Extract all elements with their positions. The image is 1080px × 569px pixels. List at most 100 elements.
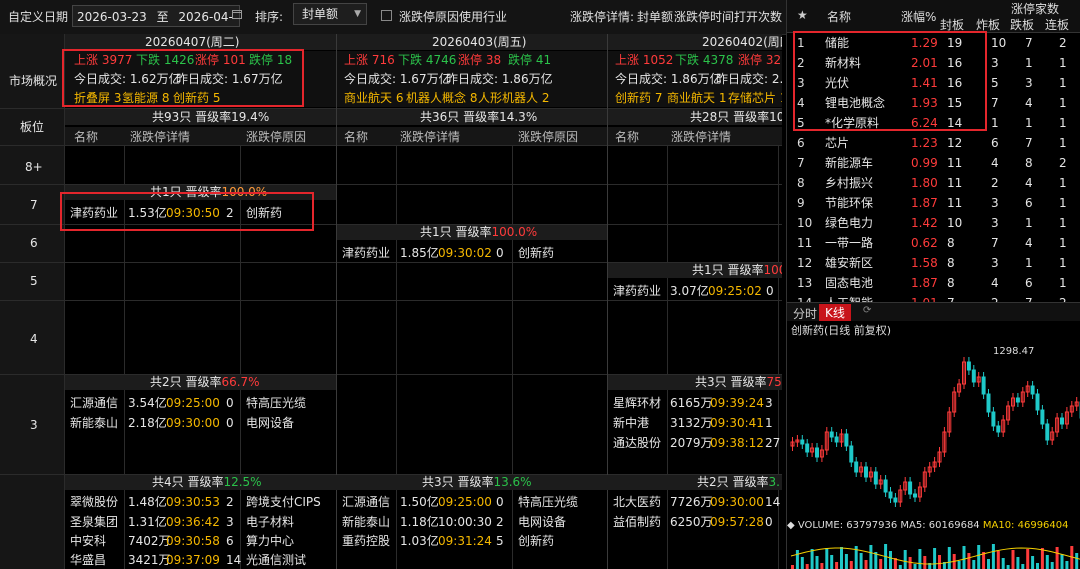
refresh-icon[interactable]: ⟳ bbox=[863, 305, 871, 316]
hot-sector[interactable]: 创新药 7 bbox=[615, 91, 662, 105]
header-down[interactable]: 跌板 bbox=[1010, 16, 1034, 33]
up-count: 上涨 1052 bbox=[615, 53, 674, 67]
board-summary-text: 共4只 晋级率12.5% bbox=[152, 475, 262, 489]
cont-count: 1 bbox=[1059, 96, 1067, 110]
candle-body bbox=[864, 466, 868, 478]
hot-sector[interactable]: 机器人概念 8 bbox=[406, 91, 477, 105]
sector-row[interactable]: 10 绿色电力 1.42 10 3 1 1 bbox=[787, 213, 1080, 234]
candle-body bbox=[849, 445, 854, 463]
volume-bar bbox=[962, 546, 966, 569]
stock-name[interactable]: 新中港 bbox=[613, 416, 649, 430]
limit-time: 09:31:24 bbox=[438, 534, 492, 548]
limit-time: 09:39:24 bbox=[710, 396, 764, 410]
seal-count: 11 bbox=[947, 156, 963, 170]
volume-bar bbox=[987, 559, 990, 569]
cont-count: 1 bbox=[1059, 176, 1067, 190]
down-count: 6 bbox=[1025, 196, 1033, 210]
limit-time: 09:36:42 bbox=[166, 515, 220, 529]
header-limit-count: 涨停家数 bbox=[1011, 2, 1060, 16]
stock-name[interactable]: 中安科 bbox=[70, 534, 106, 548]
volume-bar bbox=[967, 553, 971, 569]
open-count: 0 bbox=[766, 284, 774, 298]
open-count: 5 bbox=[496, 534, 504, 548]
volume-bar bbox=[815, 556, 819, 569]
limit-reason: 创新药 bbox=[518, 534, 555, 548]
column-date[interactable]: 20260402(周四) bbox=[702, 35, 782, 49]
stock-name[interactable]: 通达股份 bbox=[613, 436, 661, 450]
down-count: 1 bbox=[1025, 116, 1033, 130]
sector-row[interactable]: 9 节能环保 1.87 11 3 6 1 bbox=[787, 193, 1080, 214]
stock-name[interactable]: 重药控股 bbox=[342, 534, 390, 548]
volume-bar bbox=[864, 560, 868, 569]
fried-count: 4 bbox=[991, 156, 999, 170]
sector-change: 1.42 bbox=[911, 216, 938, 230]
stock-name[interactable]: 津药药业 bbox=[342, 246, 390, 260]
limit-reason: 算力中心 bbox=[246, 534, 295, 548]
column-date[interactable]: 20260403(周五) bbox=[432, 35, 526, 49]
sector-row[interactable]: 11 一带一路 0.62 8 7 4 1 bbox=[787, 233, 1080, 254]
detail-option-amount[interactable]: 封单额 bbox=[637, 8, 673, 25]
volume-bar bbox=[835, 562, 839, 569]
volume-bar bbox=[1055, 547, 1059, 569]
hot-sector[interactable]: 存储芯片 1 bbox=[728, 91, 782, 105]
tab-kline[interactable]: K线 bbox=[819, 304, 851, 321]
stock-name[interactable]: 北大医药 bbox=[613, 495, 661, 509]
sector-row[interactable]: 7 新能源车 0.99 11 4 8 2 bbox=[787, 153, 1080, 174]
stock-name[interactable]: 新能泰山 bbox=[342, 515, 390, 529]
stock-name[interactable]: 汇源通信 bbox=[342, 495, 390, 509]
hot-sector[interactable]: 商业航天 6 bbox=[344, 91, 403, 105]
today-volume: 今日成交: 1.86万亿 bbox=[615, 72, 722, 86]
sector-row[interactable]: 13 固态电池 1.87 8 4 6 1 bbox=[787, 273, 1080, 294]
limit-board-grid: 20260407(周二) 20260403(周五) 20260402(周四) 市… bbox=[0, 34, 782, 569]
start-date[interactable]: 2026-03-23 bbox=[77, 10, 147, 24]
hot-sector[interactable]: 商业航天 1 bbox=[667, 91, 726, 105]
volume-bar bbox=[947, 547, 951, 569]
volume-bar bbox=[923, 556, 927, 569]
sector-change: 1.58 bbox=[911, 256, 938, 270]
kline-chart[interactable] bbox=[787, 320, 1080, 520]
stock-name[interactable]: 汇源通信 bbox=[70, 396, 118, 410]
candle-body bbox=[1015, 397, 1020, 403]
sort-select[interactable]: 封单额 ▼ bbox=[293, 3, 367, 25]
detail-option-time[interactable]: 涨跌停时间 bbox=[674, 8, 734, 25]
sector-rank: 9 bbox=[797, 196, 805, 210]
stock-name[interactable]: 新能泰山 bbox=[70, 416, 118, 430]
sector-row[interactable]: 6 芯片 1.23 12 6 7 1 bbox=[787, 133, 1080, 154]
stock-name[interactable]: 益佰制药 bbox=[613, 515, 661, 529]
open-count: 2 bbox=[496, 515, 504, 529]
volume-bar bbox=[859, 553, 863, 569]
volume-legend-icon: ◆ bbox=[787, 520, 798, 531]
detail-option-opens[interactable]: 打开次数 bbox=[734, 8, 782, 25]
volume-value: VOLUME: 63797936 bbox=[797, 520, 898, 531]
star-icon[interactable]: ★ bbox=[797, 8, 808, 22]
row-label-column bbox=[0, 34, 64, 569]
volume-bar bbox=[991, 544, 995, 569]
reason-industry-checkbox[interactable] bbox=[381, 10, 392, 21]
stock-name[interactable]: 圣泉集团 bbox=[70, 515, 118, 529]
stock-name[interactable]: 星辉环材 bbox=[613, 396, 661, 410]
header-sector-name[interactable]: 名称 bbox=[827, 8, 851, 25]
sort-label: 排序: bbox=[255, 10, 284, 24]
sector-row[interactable]: 12 雄安新区 1.58 8 3 1 1 bbox=[787, 253, 1080, 274]
volume-bar bbox=[1001, 558, 1005, 569]
stock-name[interactable]: 津药药业 bbox=[613, 284, 661, 298]
header-detail: 涨跌停详情 bbox=[671, 130, 732, 144]
volume-bar bbox=[1065, 561, 1069, 569]
stock-name[interactable]: 翠微股份 bbox=[70, 495, 118, 509]
column-date[interactable]: 20260407(周二) bbox=[145, 35, 239, 49]
stock-name[interactable]: 华盛昌 bbox=[70, 553, 106, 567]
down-count: 下跌 4746 bbox=[398, 53, 457, 67]
date-range-input[interactable]: 2026-03-23 至 2026-04-07 bbox=[72, 5, 240, 46]
calendar-icon[interactable] bbox=[232, 10, 242, 19]
seal-amount: 2079万 bbox=[670, 436, 713, 450]
down-count: 1 bbox=[1025, 56, 1033, 70]
candle-body bbox=[883, 479, 888, 493]
sector-row[interactable]: 8 乡村振兴 1.80 11 2 4 1 bbox=[787, 173, 1080, 194]
header-change[interactable]: 涨幅% bbox=[901, 8, 936, 25]
reason-industry-label[interactable]: 涨跌停原因使用行业 bbox=[399, 8, 507, 25]
column-summary: 共28只 晋级率10.7 bbox=[690, 110, 782, 124]
hot-sector[interactable]: 人形机器人 2 bbox=[478, 91, 549, 105]
fried-count: 3 bbox=[991, 256, 999, 270]
header-cont[interactable]: 连板 bbox=[1045, 16, 1069, 33]
sector-change: 1.80 bbox=[911, 176, 938, 190]
